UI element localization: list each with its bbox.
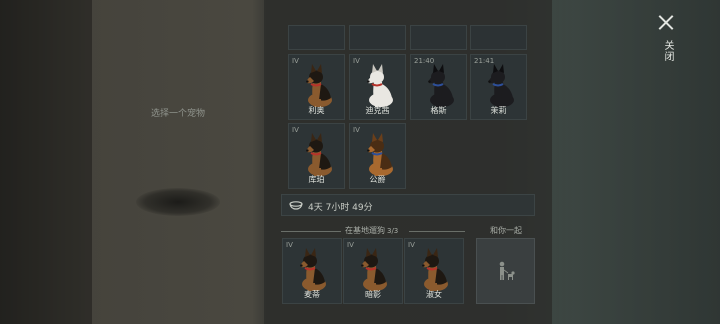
- pet-name: 迪克茜: [365, 106, 390, 115]
- select-pet-hint: 选择一个宠物: [150, 109, 205, 119]
- empty-slot[interactable]: [349, 25, 406, 50]
- empty-slot[interactable]: [288, 25, 345, 50]
- divider-line: [409, 231, 465, 232]
- pet-card[interactable]: IV 麦蒂: [282, 238, 342, 304]
- companion-slot[interactable]: [476, 238, 535, 304]
- person-with-dog-icon: [499, 261, 515, 280]
- base-walking-count: 3/3: [387, 227, 399, 235]
- pet-card[interactable]: IV 利奥: [288, 54, 345, 120]
- dog-icon: [306, 133, 332, 176]
- left-shade: [0, 0, 92, 324]
- dog-icon: [306, 64, 332, 107]
- pet-card[interactable]: IV 公爵: [349, 123, 406, 189]
- pet-card[interactable]: IV 淑女: [404, 238, 464, 304]
- pet-name: 公爵: [369, 175, 386, 184]
- timer-text: 4天 7小时 49分: [308, 203, 373, 213]
- pet-card[interactable]: IV 暗影: [343, 238, 403, 304]
- close-icon[interactable]: [658, 14, 674, 30]
- dog-icon: [428, 64, 454, 107]
- pet-card[interactable]: IV 库珀: [288, 123, 345, 189]
- empty-slot[interactable]: [470, 25, 527, 50]
- pet-preview-shadow: [136, 188, 220, 216]
- pet-name: 利奥: [308, 106, 325, 115]
- expedition-timer: 4天 7小时 49分: [281, 194, 535, 216]
- pet-bowl-icon: [289, 201, 303, 210]
- close-button[interactable]: 关闭: [652, 12, 680, 68]
- dog-icon: [300, 248, 326, 291]
- close-label[interactable]: 关闭: [660, 40, 675, 62]
- with-you-label: 和你一起: [490, 226, 522, 235]
- dog-icon: [488, 64, 514, 107]
- divider-line: [281, 231, 341, 232]
- pet-name: 格斯: [430, 106, 447, 115]
- pet-name: 库珀: [308, 175, 325, 184]
- base-walking-header: 在基地遛狗 3/3: [281, 225, 465, 237]
- base-walking-label: 在基地遛狗 3/3: [345, 226, 399, 235]
- pet-card[interactable]: 21:40 格斯: [410, 54, 467, 120]
- right-shade: [552, 0, 720, 324]
- pet-name: 茉莉: [490, 106, 507, 115]
- dog-icon: [361, 248, 387, 291]
- pet-card[interactable]: IV 迪克茜: [349, 54, 406, 120]
- pet-name: 淑女: [426, 290, 442, 299]
- pet-card[interactable]: 21:41 茉莉: [470, 54, 527, 120]
- dog-icon: [367, 64, 393, 107]
- pet-name: 暗影: [365, 290, 381, 299]
- dog-icon: [422, 248, 448, 291]
- pet-name: 麦蒂: [304, 290, 320, 299]
- dog-icon: [367, 133, 393, 176]
- empty-slot[interactable]: [410, 25, 467, 50]
